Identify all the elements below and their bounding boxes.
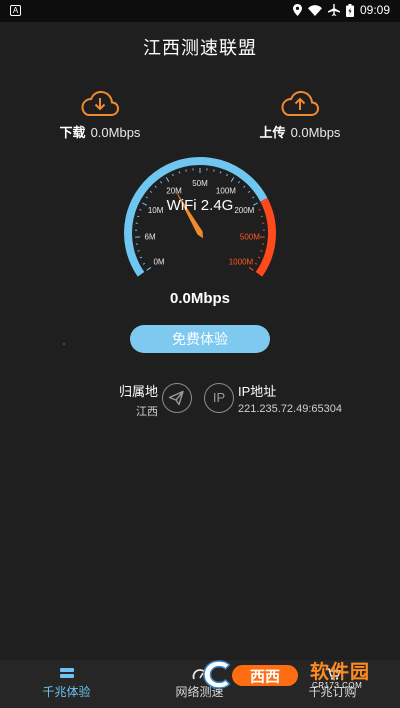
app-title: 江西测速联盟: [143, 38, 257, 58]
ip-value: 221.235.72.49:65304: [238, 403, 342, 415]
download-metric: 下载 0.0Mbps: [25, 88, 175, 141]
gauge-tick: [219, 171, 222, 174]
gauge-tick: [149, 190, 153, 193]
status-icons: 09:09: [292, 3, 390, 17]
free-trial-button[interactable]: 免费体验: [130, 325, 270, 353]
gauge-tick: [247, 190, 251, 193]
location-title: 归属地: [118, 384, 158, 399]
current-speed: 0.0Mbps: [169, 290, 230, 307]
location-block: 归属地 江西: [100, 381, 158, 419]
gauge-tick-label: 1000M: [229, 258, 254, 267]
battery-icon: [345, 3, 354, 17]
nav-label: 千兆体验: [42, 685, 91, 699]
watermark-url: CR173.COM: [312, 681, 363, 690]
upload-metric: 上传 0.0Mbps: [225, 88, 375, 141]
gauge-tick: [226, 173, 228, 177]
location-icon: [292, 4, 302, 16]
gauge-tick-label: 6M: [145, 232, 156, 241]
gauge-tick: [165, 177, 170, 182]
wifi-icon: [307, 4, 322, 16]
gauge-tick: [178, 171, 181, 174]
gauge-tick-label: 100M: [216, 186, 236, 195]
gauge-tick-label: 500M: [240, 232, 260, 241]
gauge-tick: [248, 267, 254, 271]
download-label: 下载: [59, 125, 86, 140]
paper-plane-icon: [162, 383, 192, 413]
status-bar: A 09:09: [0, 0, 400, 22]
gauge-tick: [237, 181, 240, 184]
watermark-logo-text: 西西: [250, 669, 280, 686]
connection-info: 归属地 江西 IP IP地址 221.235.72.49:65304: [0, 378, 400, 418]
gauge-dial: 0M6M10M20M50M100M200M500M1000M: [124, 157, 276, 277]
airplane-icon: [327, 4, 340, 16]
ip-title: IP地址: [238, 384, 277, 399]
gauge-tick: [243, 185, 246, 188]
gauge-tick: [260, 215, 263, 218]
cloud-upload-icon: [281, 90, 320, 116]
gauge-tick: [142, 262, 146, 265]
nav-item-gigabit-experience[interactable]: 千兆体验: [0, 660, 133, 708]
gauge-tick: [146, 267, 152, 271]
gauge-tick-label: 50M: [192, 179, 208, 188]
gauge-tick: [160, 181, 163, 184]
network-type-label: WiFi 2.4G: [166, 197, 234, 214]
gauge-tick: [258, 256, 261, 259]
menu-icon: [59, 668, 74, 678]
gauge-tick: [230, 177, 235, 182]
watermark-logo: 西西: [203, 660, 298, 689]
gauge-tick: [260, 250, 263, 252]
cloud-download-icon: [81, 90, 120, 116]
watermark-text: 软件园: [310, 662, 371, 683]
gauge-tick: [254, 262, 258, 265]
decorative-dot: [63, 343, 65, 345]
location-value: 江西: [136, 406, 158, 418]
upload-label: 上传: [259, 125, 286, 140]
gauge-tick-label: 0M: [153, 258, 164, 267]
gauge-tick: [172, 173, 174, 177]
gauge-tick: [137, 250, 140, 252]
watermark: 西西 软件园 CR173.COM: [200, 655, 390, 695]
app-notification-icon: A: [10, 5, 21, 16]
status-time: 09:09: [359, 3, 390, 17]
speed-gauge: 0M 6M 10M 20M 50M 100M 200M 500M 1000M WiFi 2.4G: [110, 155, 290, 285]
gauge-tick: [139, 256, 142, 259]
gauge-tick: [154, 185, 157, 188]
gauge-needle-hub: [197, 230, 203, 236]
ip-icon: IP: [204, 383, 234, 413]
download-value: 0.0Mbps: [90, 125, 141, 140]
ip-block: IP地址 221.235.72.49:65304: [238, 381, 388, 415]
gauge-tick-label: 20M: [166, 186, 182, 195]
gauge-tick: [137, 215, 140, 218]
upload-value: 0.0Mbps: [290, 125, 341, 140]
